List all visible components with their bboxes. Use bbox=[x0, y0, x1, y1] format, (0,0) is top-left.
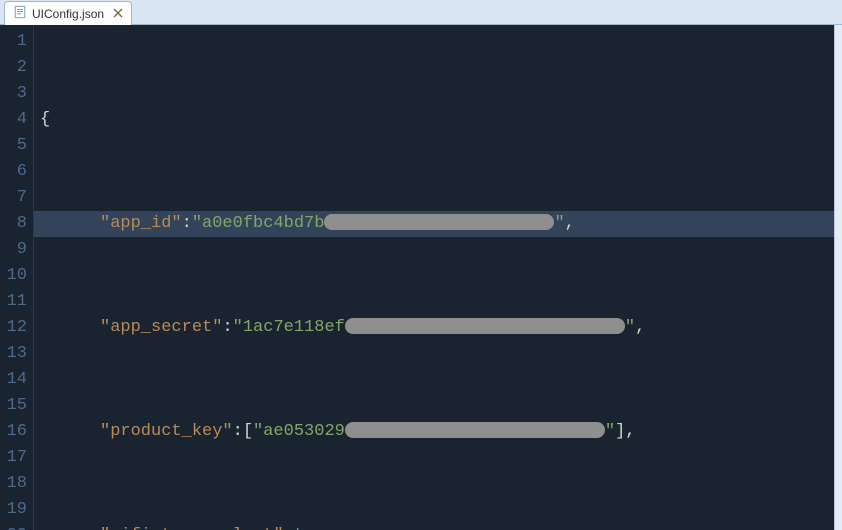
line-number: 8 bbox=[0, 211, 27, 237]
code-line: { bbox=[34, 107, 834, 133]
json-key: product_key bbox=[110, 422, 222, 441]
line-number: 12 bbox=[0, 315, 27, 341]
line-number: 1 bbox=[0, 29, 27, 55]
code-area[interactable]: { "app_id":"a0e0fbc4bd7b", "app_secret":… bbox=[34, 25, 834, 530]
line-number: 7 bbox=[0, 185, 27, 211]
line-number: 4 bbox=[0, 107, 27, 133]
line-number: 3 bbox=[0, 81, 27, 107]
line-number: 2 bbox=[0, 55, 27, 81]
line-number: 19 bbox=[0, 497, 27, 523]
json-string: 1ac7e118ef bbox=[243, 318, 345, 337]
file-tab[interactable]: UIConfig.json bbox=[4, 1, 132, 25]
line-number: 9 bbox=[0, 237, 27, 263]
redacted-value bbox=[345, 318, 625, 334]
json-key: app_id bbox=[110, 214, 171, 233]
line-number: 5 bbox=[0, 133, 27, 159]
overview-ruler bbox=[834, 25, 842, 530]
line-number: 20 bbox=[0, 523, 27, 530]
code-line: "wifi_type_select":true, bbox=[34, 523, 834, 530]
close-icon[interactable] bbox=[109, 7, 123, 21]
line-number: 15 bbox=[0, 393, 27, 419]
redacted-value bbox=[324, 214, 554, 230]
tab-bar: UIConfig.json bbox=[0, 0, 842, 25]
line-number-gutter: 1234567891011121314151617181920 bbox=[0, 25, 34, 530]
line-number: 11 bbox=[0, 289, 27, 315]
line-number: 17 bbox=[0, 445, 27, 471]
json-key: app_secret bbox=[110, 318, 212, 337]
line-number: 13 bbox=[0, 341, 27, 367]
redacted-value bbox=[345, 422, 605, 438]
line-number: 14 bbox=[0, 367, 27, 393]
json-key: wifi_type_select bbox=[110, 526, 273, 530]
json-string: ae053029 bbox=[263, 422, 345, 441]
json-string: a0e0fbc4bd7b bbox=[202, 214, 324, 233]
editor[interactable]: 1234567891011121314151617181920 { "app_i… bbox=[0, 25, 842, 530]
json-boolean: true bbox=[294, 526, 335, 530]
code-line: "product_key":["ae053029"], bbox=[34, 419, 834, 445]
code-line: "app_id":"a0e0fbc4bd7b", bbox=[34, 211, 834, 237]
line-number: 16 bbox=[0, 419, 27, 445]
line-number: 18 bbox=[0, 471, 27, 497]
line-number: 6 bbox=[0, 159, 27, 185]
file-tab-label: UIConfig.json bbox=[32, 7, 104, 21]
line-number: 10 bbox=[0, 263, 27, 289]
file-icon bbox=[13, 5, 27, 22]
code-line: "app_secret":"1ac7e118ef", bbox=[34, 315, 834, 341]
